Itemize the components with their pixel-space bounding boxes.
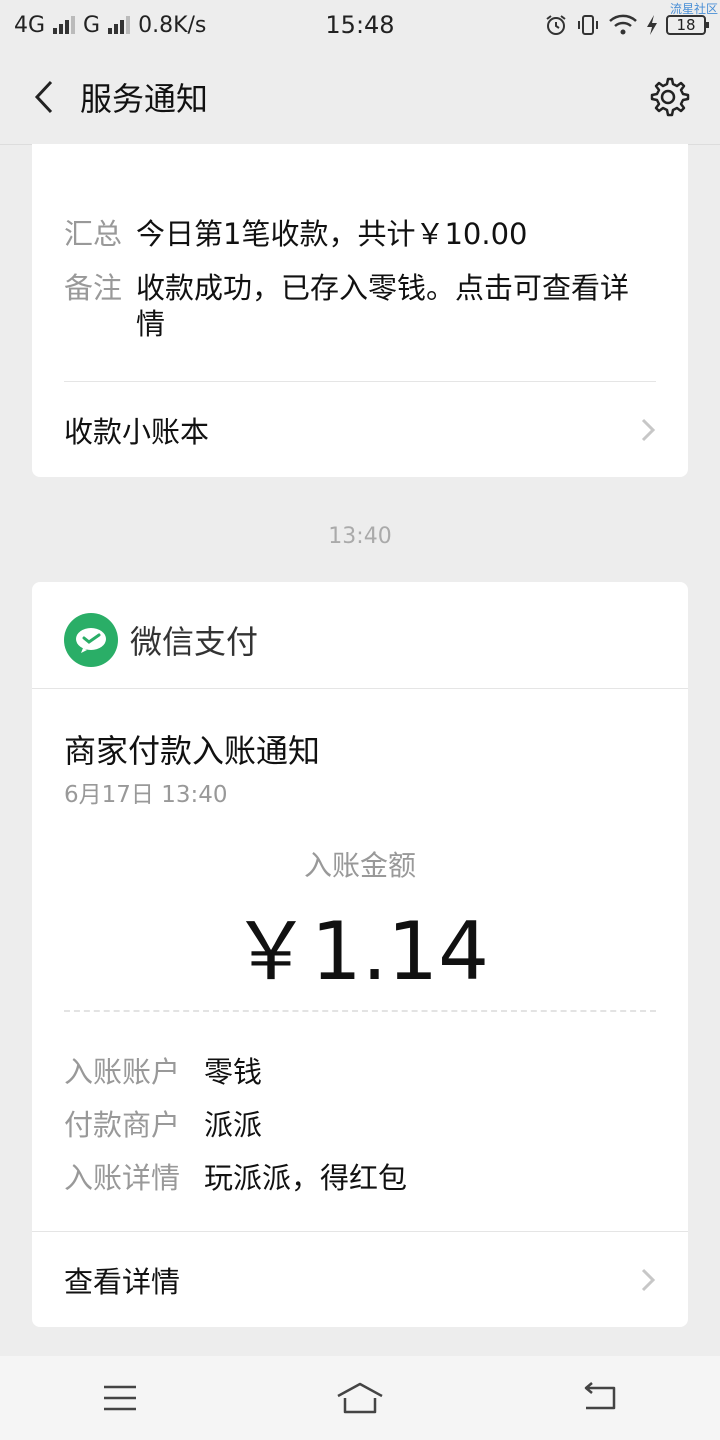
status-bar: 4G G 0.8K/s 15:48 18 流星社区 — [0, 0, 720, 50]
vibrate-icon — [578, 15, 598, 35]
network-speed: 0.8K/s — [138, 12, 207, 38]
view-details-link[interactable]: 查看详情 — [64, 1232, 656, 1327]
summary-row: 汇总 今日第1笔收款，共计￥10.00 — [64, 216, 656, 252]
detail-row-info: 入账详情 玩派派，得红包 — [64, 1155, 407, 1197]
note-label: 备注 — [64, 271, 123, 305]
previous-notification-card[interactable]: 汇总 今日第1笔收款，共计￥10.00 备注 收款成功，已存入零钱。点击可查看详… — [32, 144, 688, 477]
notification-date: 6月17日 13:40 — [64, 782, 228, 808]
detail-row-account: 入账账户 零钱 — [64, 1049, 262, 1091]
summary-label: 汇总 — [64, 217, 123, 251]
dashed-divider — [64, 1010, 656, 1012]
amount-value: ￥1.14 — [230, 905, 490, 998]
alarm-icon — [546, 15, 566, 35]
charging-icon — [647, 15, 657, 35]
payment-notification-card[interactable]: 微信支付 商家付款入账通知 6月17日 13:40 入账金额 ￥1.14 入账账… — [32, 582, 688, 1327]
back-nav-icon[interactable] — [570, 1373, 630, 1423]
status-left: 4G G 0.8K/s — [14, 13, 206, 38]
detail-row-merchant: 付款商户 派派 — [64, 1102, 262, 1144]
signal-icon — [53, 16, 76, 34]
wechat-pay-logo-icon — [64, 613, 118, 667]
gear-icon[interactable] — [646, 75, 690, 119]
detail-label: 付款商户 — [64, 1108, 181, 1142]
wifi-icon — [609, 14, 637, 35]
app-name: 微信支付 — [130, 623, 259, 661]
notification-title: 商家付款入账通知 — [64, 732, 321, 770]
menu-icon[interactable] — [90, 1373, 150, 1423]
note-row: 备注 收款成功，已存入零钱。点击可查看详情 — [64, 270, 656, 342]
signal-icon — [108, 16, 131, 34]
ledger-link-label: 收款小账本 — [64, 414, 210, 449]
network-type-2: G — [83, 12, 101, 38]
watermark: 流星社区 — [669, 2, 718, 16]
detail-value: 玩派派，得红包 — [204, 1161, 408, 1195]
detail-value: 派派 — [204, 1108, 263, 1142]
battery-indicator: 18 — [666, 15, 709, 35]
detail-label: 入账详情 — [64, 1161, 181, 1195]
amount-label: 入账金额 — [303, 849, 416, 882]
home-icon[interactable] — [330, 1373, 390, 1423]
view-details-label: 查看详情 — [64, 1264, 181, 1299]
message-timestamp: 13:40 — [328, 524, 392, 549]
network-type-1: 4G — [14, 12, 46, 38]
back-icon[interactable] — [14, 67, 74, 127]
ledger-link[interactable]: 收款小账本 — [64, 382, 656, 477]
page-title: 服务通知 — [80, 80, 209, 118]
system-nav-bar — [0, 1356, 720, 1440]
detail-label: 入账账户 — [64, 1055, 181, 1089]
nav-bar: 服务通知 — [0, 50, 720, 145]
summary-value: 今日第1笔收款，共计￥10.00 — [136, 217, 528, 251]
note-value: 收款成功，已存入零钱。点击可查看详情 — [136, 271, 630, 341]
chevron-right-icon — [641, 418, 656, 441]
chevron-right-icon — [641, 1268, 656, 1291]
divider — [32, 688, 688, 689]
detail-value: 零钱 — [204, 1055, 263, 1089]
